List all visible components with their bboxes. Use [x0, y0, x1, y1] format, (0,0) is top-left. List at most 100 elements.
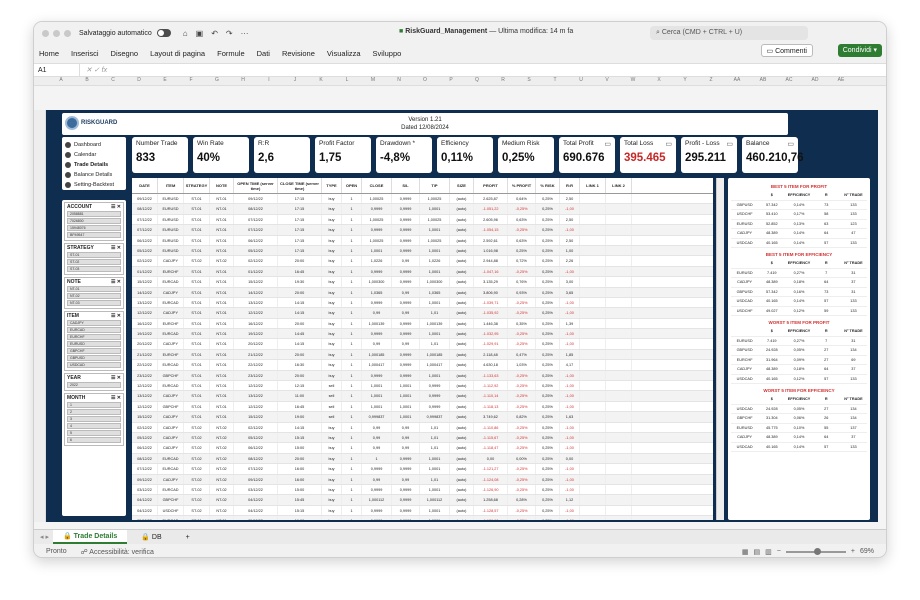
column-header[interactable]: D — [126, 77, 152, 85]
redo-icon[interactable]: ↷ — [226, 29, 233, 38]
column-header-16[interactable]: LINK 1 — [580, 178, 606, 193]
table-row[interactable]: 06/12/22 CADJPY ST-02 NT-02 06/12/22 15:00 buy… — [132, 443, 713, 454]
column-header[interactable]: AC — [776, 77, 802, 85]
filter-item[interactable]: GBPUSD — [67, 355, 121, 361]
column-header[interactable]: Z — [698, 77, 724, 85]
table-row[interactable]: 07/12/22 EURUSD ST-01 NT-01 07/12/22 17:15 buy… — [132, 225, 713, 236]
clear-filter-icon[interactable]: ☰ ✕ — [111, 204, 121, 210]
filter-item[interactable]: 2 — [67, 409, 121, 415]
table-row[interactable]: 07/12/22 EURUSD ST-01 NT-01 07/12/22 17:15 buy… — [132, 214, 713, 226]
window-controls[interactable] — [42, 29, 71, 37]
column-header-2[interactable]: STRATEGY — [184, 178, 210, 193]
table-row[interactable]: 12/12/22 GBPCHF ST-01 NT-01 12/12/22 16:45 sel… — [132, 401, 713, 413]
table-row[interactable]: 06/12/22 EURUSD ST-01 NT-01 06/12/22 17:15 buy… — [132, 235, 713, 246]
table-row[interactable]: 07/12/22 EURCAD ST-02 NT-02 07/12/22 16:00 buy… — [132, 464, 713, 475]
table-row[interactable]: 22/12/22 EURCAD ST-01 NT-01 22/12/22 16:30 buy… — [132, 360, 713, 371]
column-header[interactable]: P — [438, 77, 464, 85]
column-header[interactable]: AA — [724, 77, 750, 85]
column-header-13[interactable]: % PROFIT — [508, 178, 536, 193]
column-header[interactable]: I — [256, 77, 282, 85]
column-header-14[interactable]: % RISK — [536, 178, 560, 193]
table-row[interactable]: 14/12/22 CADJPY ST-01 NT-01 14/12/22 20:00 buy… — [132, 287, 713, 298]
column-header[interactable]: AE — [828, 77, 854, 85]
column-header-8[interactable]: CLOSE — [362, 178, 392, 193]
menu-item[interactable]: Dati — [257, 49, 270, 58]
tab-trade-details[interactable]: 🔒 Trade Details — [52, 530, 128, 544]
filter-item[interactable]: 6 — [67, 437, 121, 443]
column-header-11[interactable]: SIZE — [450, 178, 474, 193]
menu-item[interactable]: Revisione — [282, 49, 315, 58]
filter-item[interactable]: EURCHF — [67, 334, 121, 340]
menu-item[interactable]: Sviluppo — [373, 49, 402, 58]
filter-item[interactable]: NT-02 — [67, 293, 121, 299]
column-header-12[interactable]: PROFIT — [474, 178, 508, 193]
column-header[interactable]: L — [334, 77, 360, 85]
column-header[interactable]: Q — [464, 77, 490, 85]
table-scrollbar[interactable] — [716, 178, 724, 520]
table-row[interactable]: 21/12/22 EURCHF ST-01 NT-01 21/12/22 20:00 buy… — [132, 349, 713, 361]
column-header[interactable]: H — [230, 77, 256, 85]
column-header[interactable]: W — [620, 77, 646, 85]
filter-item[interactable]: 5 — [67, 430, 121, 436]
filter-item[interactable]: 7026800 — [67, 218, 121, 224]
zoom-control[interactable]: ▦ ▤ ▥ − + 69% — [742, 547, 874, 556]
clear-filter-icon[interactable]: ☰ ✕ — [111, 313, 121, 319]
column-header[interactable]: U — [568, 77, 594, 85]
menu-item[interactable]: Layout di pagina — [150, 49, 205, 58]
table-row[interactable]: 03/12/22 EURCAD ST-02 NT-02 03/12/22 15:00 buy… — [132, 484, 713, 496]
clear-filter-icon[interactable]: ☰ ✕ — [111, 279, 121, 285]
save-icon[interactable]: ▣ — [196, 29, 204, 38]
column-header-0[interactable]: DATE — [132, 178, 158, 193]
nav-item[interactable]: Dashboard — [65, 140, 123, 150]
table-row[interactable]: 05/12/22 EURUSD ST-01 NT-01 05/12/22 17:15 buy… — [132, 245, 713, 257]
table-row[interactable]: 19/12/22 EURCAD ST-01 NT-01 19/12/22 14:45 buy… — [132, 329, 713, 340]
filter-item[interactable]: 1 — [67, 402, 121, 408]
column-header-3[interactable]: NOTE — [210, 178, 234, 193]
column-header[interactable]: V — [594, 77, 620, 85]
zoom-slider[interactable] — [785, 547, 846, 555]
table-row[interactable]: 05/12/22 CADJPY ST-02 NT-02 05/12/22 15:15 buy… — [132, 432, 713, 444]
nav-item[interactable]: Trade Details — [65, 160, 123, 170]
more-icon[interactable]: ··· — [241, 29, 249, 38]
column-header-17[interactable]: LINK 2 — [606, 178, 632, 193]
filter-item[interactable]: ST-02 — [67, 259, 121, 265]
column-header[interactable]: C — [100, 77, 126, 85]
column-header[interactable]: B — [74, 77, 100, 85]
table-row[interactable]: 09/12/22 CADJPY ST-02 NT-02 09/12/22 16:00 buy… — [132, 474, 713, 485]
filter-item[interactable]: EURCAD — [67, 327, 121, 333]
column-header[interactable]: M — [360, 77, 386, 85]
table-row[interactable]: 04/12/22 USDCHF ST-02 NT-02 04/12/22 15:15 buy… — [132, 505, 713, 517]
filter-item[interactable]: CADJPY — [67, 320, 121, 326]
nav-item[interactable]: Balance Details — [65, 170, 123, 180]
column-header-15[interactable]: R:R — [560, 178, 580, 193]
nav-item[interactable]: Setting-Backtest — [65, 180, 123, 190]
filter-item[interactable]: GBPCHF — [67, 348, 121, 354]
column-header-1[interactable]: ITEM — [158, 178, 184, 193]
filter-item[interactable]: 4 — [67, 423, 121, 429]
share-button[interactable]: Condividi ▾ — [837, 44, 882, 57]
table-row[interactable]: 13/12/22 CADJPY ST-01 NT-01 13/12/22 11:00 sel… — [132, 391, 713, 402]
column-header[interactable]: F — [178, 77, 204, 85]
filter-item[interactable]: 2022 — [67, 382, 121, 388]
column-header[interactable]: J — [282, 77, 308, 85]
table-row[interactable]: 12/12/22 EURCAD ST-01 NT-01 12/12/22 12:15 sel… — [132, 381, 713, 392]
table-row[interactable]: 13/12/22 EURCAD ST-01 NT-01 13/12/22 14:15 buy… — [132, 297, 713, 309]
column-header-5[interactable]: CLOSE TIME (server time) — [278, 178, 322, 193]
view-layout-icon[interactable]: ▤ — [754, 548, 761, 556]
column-header-7[interactable]: OPEN — [342, 178, 362, 193]
column-header[interactable]: K — [308, 77, 334, 85]
column-header[interactable]: S — [516, 77, 542, 85]
undo-icon[interactable]: ↶ — [211, 29, 218, 38]
table-row[interactable]: 08/12/22 EURCAD ST-02 NT-02 08/12/22 20:00 buy… — [132, 453, 713, 465]
table-row[interactable]: 12/12/22 CADJPY ST-01 NT-01 12/12/22 14:15 buy… — [132, 308, 713, 319]
tab-db[interactable]: 🔒 DB — [131, 531, 171, 543]
filter-item[interactable]: NT-01 — [67, 286, 121, 292]
filter-item[interactable]: 15948076 — [67, 225, 121, 231]
filter-item[interactable]: EURUSD — [67, 341, 121, 347]
column-header[interactable]: R — [490, 77, 516, 85]
comments-button[interactable]: ▭ Commenti — [760, 44, 813, 57]
table-row[interactable]: 15/12/22 EURCAD ST-01 NT-01 15/12/22 19:30 buy… — [132, 277, 713, 288]
filter-item[interactable]: ST-01 — [67, 252, 121, 258]
menu-item[interactable]: Visualizza — [327, 49, 361, 58]
table-row[interactable]: 09/12/22 EURUSD ST-01 NT-01 09/12/22 17:15 buy… — [132, 194, 713, 205]
